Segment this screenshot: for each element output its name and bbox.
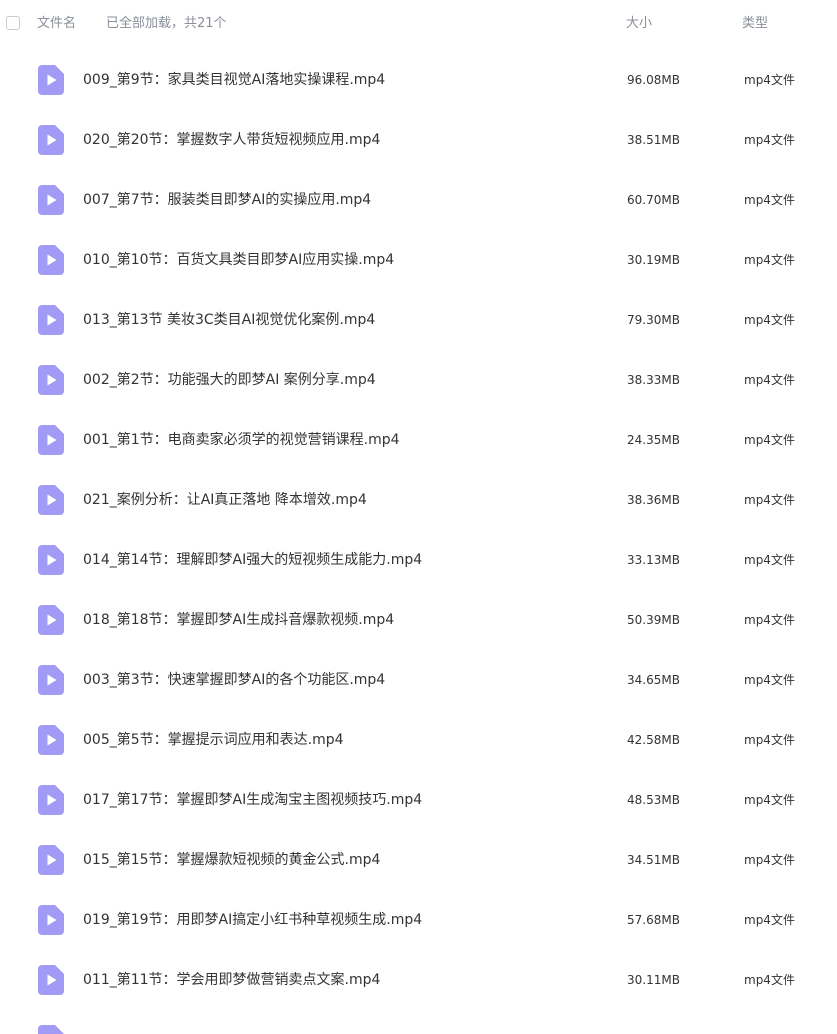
video-file-icon bbox=[38, 245, 64, 275]
video-file-icon bbox=[38, 785, 64, 815]
file-name[interactable]: 005_第5节：掌握提示词应用和表达.mp4 bbox=[83, 731, 344, 749]
column-header-type[interactable]: 类型 bbox=[742, 16, 768, 32]
file-name[interactable]: 013_第13节 美妆3C类目AI视觉优化案例.mp4 bbox=[83, 311, 375, 329]
video-file-icon bbox=[38, 365, 64, 395]
file-name[interactable]: 002_第2节：功能强大的即梦AI 案例分享.mp4 bbox=[83, 371, 376, 389]
file-type: mp4文件 bbox=[744, 913, 795, 927]
file-type: mp4文件 bbox=[744, 433, 795, 447]
file-size: 42.58MB bbox=[627, 733, 680, 747]
file-row[interactable]: 011_第11节：学会用即梦做营销卖点文案.mp4 30.11MB mp4文件 bbox=[0, 950, 837, 1010]
file-row[interactable]: 015_第15节：掌握爆款短视频的黄金公式.mp4 34.51MB mp4文件 bbox=[0, 830, 837, 890]
video-file-icon bbox=[38, 125, 64, 155]
list-header: 文件名 已全部加载，共21个 大小 类型 bbox=[0, 0, 837, 48]
file-row[interactable]: 001_第1节：电商卖家必须学的视觉营销课程.mp4 24.35MB mp4文件 bbox=[0, 410, 837, 470]
file-type: mp4文件 bbox=[744, 313, 795, 327]
video-file-icon bbox=[38, 185, 64, 215]
video-file-icon bbox=[38, 305, 64, 335]
file-size: 38.36MB bbox=[627, 493, 680, 507]
file-name[interactable]: 020_第20节：掌握数字人带货短视频应用.mp4 bbox=[83, 131, 380, 149]
file-type: mp4文件 bbox=[744, 613, 795, 627]
file-name[interactable]: 010_第10节：百货文具类目即梦AI应用实操.mp4 bbox=[83, 251, 394, 269]
file-size: 24.35MB bbox=[627, 433, 680, 447]
file-row[interactable]: 018_第18节：掌握即梦AI生成抖音爆款视频.mp4 50.39MB mp4文… bbox=[0, 590, 837, 650]
load-status-text: 已全部加载，共21个 bbox=[106, 16, 227, 31]
column-header-name[interactable]: 文件名 bbox=[37, 16, 76, 32]
file-name[interactable]: 017_第17节：掌握即梦AI生成淘宝主图视频技巧.mp4 bbox=[83, 791, 422, 809]
video-file-icon bbox=[38, 605, 64, 635]
file-name[interactable]: 007_第7节：服装类目即梦AI的实操应用.mp4 bbox=[83, 191, 371, 209]
file-list: 009_第9节：家具类目视觉AI落地实操课程.mp4 96.08MB mp4文件… bbox=[0, 50, 837, 1010]
file-row[interactable]: 003_第3节：快速掌握即梦AI的各个功能区.mp4 34.65MB mp4文件 bbox=[0, 650, 837, 710]
file-type: mp4文件 bbox=[744, 733, 795, 747]
file-type: mp4文件 bbox=[744, 673, 795, 687]
file-row[interactable]: 020_第20节：掌握数字人带货短视频应用.mp4 38.51MB mp4文件 bbox=[0, 110, 837, 170]
file-row[interactable]: 014_第14节：理解即梦AI强大的短视频生成能力.mp4 33.13MB mp… bbox=[0, 530, 837, 590]
file-name[interactable]: 009_第9节：家具类目视觉AI落地实操课程.mp4 bbox=[83, 71, 385, 89]
file-row-partial[interactable] bbox=[0, 1010, 837, 1034]
file-name[interactable]: 003_第3节：快速掌握即梦AI的各个功能区.mp4 bbox=[83, 671, 385, 689]
file-size: 30.19MB bbox=[627, 253, 680, 267]
file-size: 38.33MB bbox=[627, 373, 680, 387]
file-size: 57.68MB bbox=[627, 913, 680, 927]
file-size: 34.65MB bbox=[627, 673, 680, 687]
file-type: mp4文件 bbox=[744, 793, 795, 807]
file-type: mp4文件 bbox=[744, 133, 795, 147]
video-file-icon bbox=[38, 65, 64, 95]
file-row[interactable]: 021_案例分析：让AI真正落地 降本增效.mp4 38.36MB mp4文件 bbox=[0, 470, 837, 530]
file-row[interactable]: 013_第13节 美妆3C类目AI视觉优化案例.mp4 79.30MB mp4文… bbox=[0, 290, 837, 350]
file-size: 79.30MB bbox=[627, 313, 680, 327]
video-file-icon bbox=[38, 1025, 64, 1034]
file-size: 34.51MB bbox=[627, 853, 680, 867]
select-all-checkbox[interactable] bbox=[6, 16, 20, 30]
file-type: mp4文件 bbox=[744, 853, 795, 867]
video-file-icon bbox=[38, 665, 64, 695]
file-type: mp4文件 bbox=[744, 553, 795, 567]
video-file-icon bbox=[38, 485, 64, 515]
file-size: 96.08MB bbox=[627, 73, 680, 87]
video-file-icon bbox=[38, 425, 64, 455]
file-size: 30.11MB bbox=[627, 973, 680, 987]
file-type: mp4文件 bbox=[744, 373, 795, 387]
video-file-icon bbox=[38, 725, 64, 755]
video-file-icon bbox=[38, 905, 64, 935]
file-row[interactable]: 007_第7节：服装类目即梦AI的实操应用.mp4 60.70MB mp4文件 bbox=[0, 170, 837, 230]
file-row[interactable]: 019_第19节：用即梦AI搞定小红书种草视频生成.mp4 57.68MB mp… bbox=[0, 890, 837, 950]
file-row[interactable]: 010_第10节：百货文具类目即梦AI应用实操.mp4 30.19MB mp4文… bbox=[0, 230, 837, 290]
file-row[interactable]: 002_第2节：功能强大的即梦AI 案例分享.mp4 38.33MB mp4文件 bbox=[0, 350, 837, 410]
file-size: 38.51MB bbox=[627, 133, 680, 147]
file-row[interactable]: 005_第5节：掌握提示词应用和表达.mp4 42.58MB mp4文件 bbox=[0, 710, 837, 770]
file-type: mp4文件 bbox=[744, 493, 795, 507]
file-row[interactable]: 009_第9节：家具类目视觉AI落地实操课程.mp4 96.08MB mp4文件 bbox=[0, 50, 837, 110]
file-name[interactable]: 001_第1节：电商卖家必须学的视觉营销课程.mp4 bbox=[83, 431, 400, 449]
video-file-icon bbox=[38, 845, 64, 875]
file-name[interactable]: 021_案例分析：让AI真正落地 降本增效.mp4 bbox=[83, 491, 367, 509]
file-name[interactable]: 015_第15节：掌握爆款短视频的黄金公式.mp4 bbox=[83, 851, 380, 869]
file-type: mp4文件 bbox=[744, 193, 795, 207]
video-file-icon bbox=[38, 545, 64, 575]
column-header-size[interactable]: 大小 bbox=[626, 16, 652, 32]
file-size: 33.13MB bbox=[627, 553, 680, 567]
video-file-icon bbox=[38, 965, 64, 995]
file-type: mp4文件 bbox=[744, 73, 795, 87]
file-name[interactable]: 019_第19节：用即梦AI搞定小红书种草视频生成.mp4 bbox=[83, 911, 422, 929]
file-size: 48.53MB bbox=[627, 793, 680, 807]
file-row[interactable]: 017_第17节：掌握即梦AI生成淘宝主图视频技巧.mp4 48.53MB mp… bbox=[0, 770, 837, 830]
file-type: mp4文件 bbox=[744, 253, 795, 267]
file-name[interactable]: 014_第14节：理解即梦AI强大的短视频生成能力.mp4 bbox=[83, 551, 422, 569]
file-name[interactable]: 011_第11节：学会用即梦做营销卖点文案.mp4 bbox=[83, 971, 380, 989]
file-size: 60.70MB bbox=[627, 193, 680, 207]
file-type: mp4文件 bbox=[744, 973, 795, 987]
file-name[interactable]: 018_第18节：掌握即梦AI生成抖音爆款视频.mp4 bbox=[83, 611, 394, 629]
file-size: 50.39MB bbox=[627, 613, 680, 627]
